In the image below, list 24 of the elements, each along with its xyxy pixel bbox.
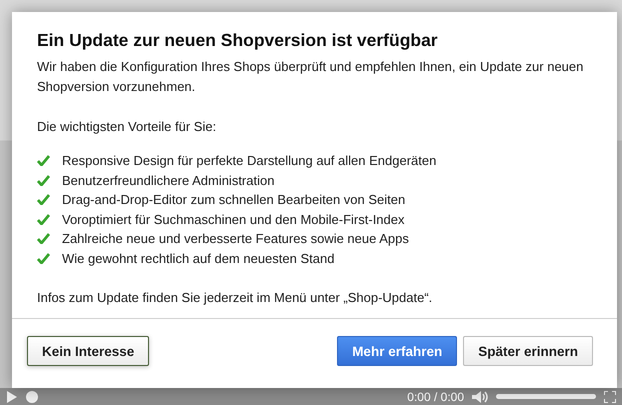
dismiss-button[interactable]: Kein Interesse (27, 336, 150, 366)
dialog-title: Ein Update zur neuen Shopversion ist verfügbar (37, 30, 439, 51)
remind-later-button[interactable]: Später erinnern (463, 336, 593, 366)
benefit-text: Responsive Design für perfekte Darstellung auf allen Endgeräten (62, 153, 436, 168)
learn-more-button[interactable]: Mehr erfahren (337, 336, 458, 366)
fullscreen-icon[interactable] (604, 390, 616, 402)
check-icon (37, 194, 50, 206)
intro-text: Wir haben die Konfiguration Ihres Shops überprüft und empfehlen Ihnen, ein Update zur neuen Shopversion vorzunehmen. (37, 58, 584, 96)
time-display: 0:00 / 0:00 (407, 390, 464, 404)
check-icon (37, 155, 50, 166)
volume-icon[interactable] (472, 390, 488, 402)
progress-handle[interactable] (26, 390, 38, 402)
check-icon (37, 214, 50, 225)
benefit-text: Voroptimiert für Suchmaschinen und den Mobile-First-Index (62, 212, 404, 227)
benefit-text: Benutzerfreundlichere Administration (62, 172, 274, 188)
benefit-text: Drag-and-Drop-Editor zum schnellen Bearbeiten von Seiten (62, 192, 406, 208)
benefits-heading: Die wichtigsten Vorteile für Sie: (37, 118, 218, 136)
check-icon (37, 252, 50, 264)
play-icon[interactable] (6, 390, 18, 402)
check-icon (37, 233, 50, 244)
check-icon (37, 174, 50, 186)
benefit-text: Wie gewohnt rechtlich auf dem neuesten Stand (62, 250, 334, 266)
benefit-text: Zahlreiche neue und verbesserte Features sowie neue Apps (62, 231, 409, 246)
info-note: Infos zum Update finden Sie jederzeit im Menü unter „Shop-Update“. (37, 289, 434, 307)
